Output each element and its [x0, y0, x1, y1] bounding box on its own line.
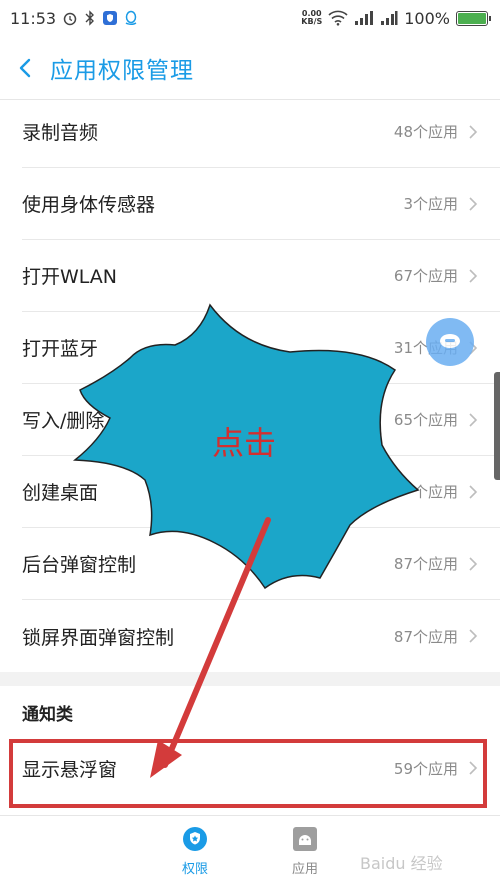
android-app-icon — [293, 827, 317, 851]
edge-panel-handle[interactable] — [494, 372, 500, 480]
status-bar: 11:53 0.00 KB/S 100% — [0, 0, 500, 36]
qq-icon — [124, 10, 138, 26]
permission-row-wlan[interactable]: 打开WLAN 67个应用 — [22, 240, 500, 312]
permission-row-desktop-shortcut[interactable]: 创建桌面 个应用 — [22, 456, 500, 528]
watermark: Baidu 经验 — [360, 854, 443, 873]
permission-row-body-sensors[interactable]: 使用身体传感器 3个应用 — [22, 168, 500, 240]
permissions-shield-icon — [183, 827, 207, 851]
permission-row-record-audio[interactable]: 录制音频 48个应用 — [22, 96, 500, 168]
bluetooth-icon — [84, 10, 96, 26]
app-header: 应用权限管理 — [0, 36, 500, 100]
battery-icon — [456, 10, 491, 26]
app-count: 65个应用 — [393, 411, 458, 429]
chevron-right-icon — [469, 556, 478, 571]
chevron-right-icon — [469, 124, 478, 139]
back-button[interactable] — [18, 53, 40, 83]
chevron-left-icon — [19, 58, 31, 77]
shield-app-icon — [102, 10, 118, 26]
permission-row-background-popup[interactable]: 后台弹窗控制 87个应用 — [22, 528, 500, 600]
app-count: 48个应用 — [393, 123, 458, 141]
chat-bubble-icon — [440, 334, 460, 348]
section-divider — [0, 672, 500, 686]
permission-label: 打开蓝牙 — [22, 338, 99, 360]
chevron-right-icon — [469, 484, 478, 499]
chevron-right-icon — [469, 412, 478, 427]
wifi-icon — [328, 10, 348, 26]
permission-label: 打开WLAN — [22, 266, 118, 288]
network-speed: 0.00 KB/S — [301, 9, 323, 26]
permission-label: 后台弹窗控制 — [22, 554, 137, 576]
floating-assistant-bubble[interactable] — [426, 318, 474, 366]
app-count: 67个应用 — [393, 267, 458, 285]
alarm-icon — [62, 10, 78, 26]
chevron-right-icon — [469, 268, 478, 283]
permission-label: 使用身体传感器 — [22, 194, 156, 216]
tab-apps[interactable]: 应用 — [275, 826, 335, 877]
annotation-highlight-box — [9, 739, 487, 808]
permission-label: 录制音频 — [22, 122, 99, 144]
signal-4g-icon — [380, 10, 398, 26]
app-count: 87个应用 — [393, 555, 458, 573]
permission-label: 锁屏界面弹窗控制 — [22, 626, 175, 649]
app-count: 3个应用 — [403, 195, 458, 213]
chevron-right-icon — [469, 196, 478, 211]
permission-row-lockscreen-popup[interactable]: 锁屏界面弹窗控制 87个应用 — [22, 600, 500, 672]
permission-label: 写入/删除 — [22, 410, 105, 432]
tab-permissions[interactable]: 权限 — [165, 826, 225, 877]
chevron-right-icon — [469, 629, 478, 643]
battery-percent: 100% — [404, 8, 450, 28]
annotation-label: 点击 — [212, 424, 277, 462]
tab-apps-label: 应用 — [291, 862, 318, 877]
signal-icon — [354, 10, 374, 26]
tab-permissions-label: 权限 — [181, 862, 208, 877]
app-count: 个应用 — [412, 483, 458, 501]
permission-label: 创建桌面 — [22, 482, 99, 504]
status-time: 11:53 — [10, 8, 57, 28]
section-title-notifications: 通知类 — [22, 704, 73, 725]
page-title: 应用权限管理 — [50, 57, 194, 84]
app-count: 87个应用 — [393, 627, 458, 646]
